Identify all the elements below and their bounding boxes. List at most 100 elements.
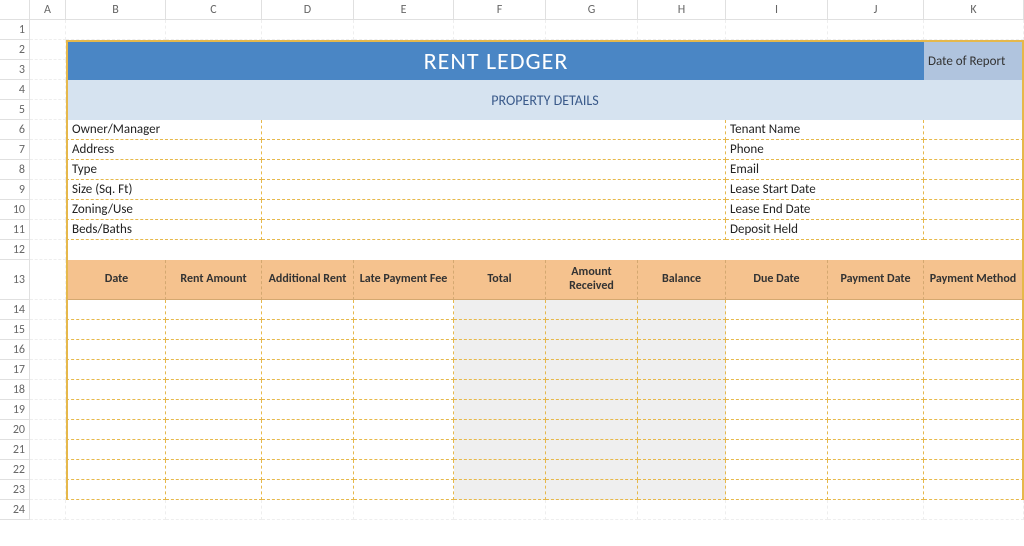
row-header-18[interactable]: 18 (0, 380, 30, 400)
cell[interactable] (30, 100, 66, 120)
col-header-K[interactable]: K (924, 0, 1024, 20)
table-cell[interactable] (638, 460, 726, 480)
table-cell[interactable] (66, 480, 166, 500)
row-header-9[interactable]: 9 (0, 180, 30, 200)
table-cell[interactable] (638, 360, 726, 380)
cell[interactable] (30, 360, 66, 380)
col-header-D[interactable]: D (262, 0, 354, 20)
table-cell[interactable] (726, 420, 828, 440)
table-cell[interactable] (726, 440, 828, 460)
table-cell[interactable] (354, 460, 454, 480)
cell[interactable] (30, 240, 66, 260)
col-header-J[interactable]: J (828, 0, 924, 20)
table-cell[interactable] (546, 460, 638, 480)
cell[interactable] (30, 120, 66, 140)
address-value[interactable] (262, 140, 726, 160)
cell[interactable] (30, 260, 66, 300)
row-header-20[interactable]: 20 (0, 420, 30, 440)
table-cell[interactable] (828, 480, 924, 500)
table-cell[interactable] (546, 300, 638, 320)
table-cell[interactable] (166, 480, 262, 500)
table-cell[interactable] (354, 480, 454, 500)
table-cell[interactable] (354, 320, 454, 340)
table-cell[interactable] (66, 320, 166, 340)
table-cell[interactable] (454, 480, 546, 500)
col-header-A[interactable]: A (30, 0, 66, 20)
table-cell[interactable] (828, 320, 924, 340)
table-cell[interactable] (924, 480, 1024, 500)
cell[interactable] (30, 60, 66, 80)
cell[interactable] (30, 460, 66, 480)
table-cell[interactable] (546, 420, 638, 440)
row-header-19[interactable]: 19 (0, 400, 30, 420)
table-cell[interactable] (828, 460, 924, 480)
cell[interactable] (30, 200, 66, 220)
table-cell[interactable] (828, 420, 924, 440)
cell[interactable] (262, 20, 354, 40)
table-cell[interactable] (262, 420, 354, 440)
table-cell[interactable] (166, 360, 262, 380)
table-cell[interactable] (166, 380, 262, 400)
table-cell[interactable] (726, 360, 828, 380)
cell[interactable] (30, 500, 66, 520)
col-header-C[interactable]: C (166, 0, 262, 20)
table-cell[interactable] (454, 360, 546, 380)
cell[interactable] (30, 220, 66, 240)
col-header-F[interactable]: F (454, 0, 546, 20)
col-header-G[interactable]: G (546, 0, 638, 20)
cell[interactable] (30, 400, 66, 420)
row-header-4[interactable]: 4 (0, 80, 30, 100)
cell[interactable] (30, 20, 66, 40)
table-cell[interactable] (638, 400, 726, 420)
row-header-3[interactable]: 3 (0, 60, 30, 80)
table-cell[interactable] (828, 360, 924, 380)
row-header-16[interactable]: 16 (0, 340, 30, 360)
cell[interactable] (638, 500, 726, 520)
table-cell[interactable] (166, 440, 262, 460)
table-cell[interactable] (726, 480, 828, 500)
cell[interactable] (30, 480, 66, 500)
table-cell[interactable] (924, 400, 1024, 420)
table-cell[interactable] (726, 340, 828, 360)
cell[interactable] (30, 40, 66, 60)
table-cell[interactable] (546, 380, 638, 400)
type-value[interactable] (262, 160, 726, 180)
cell[interactable] (546, 500, 638, 520)
table-cell[interactable] (354, 440, 454, 460)
cell[interactable] (924, 500, 1024, 520)
table-cell[interactable] (638, 320, 726, 340)
col-header-B[interactable]: B (66, 0, 166, 20)
row-header-14[interactable]: 14 (0, 300, 30, 320)
cell[interactable] (30, 320, 66, 340)
cell[interactable] (66, 20, 166, 40)
cell[interactable] (828, 20, 924, 40)
col-header-E[interactable]: E (354, 0, 454, 20)
table-cell[interactable] (166, 320, 262, 340)
table-cell[interactable] (166, 300, 262, 320)
table-cell[interactable] (726, 460, 828, 480)
cell[interactable] (454, 500, 546, 520)
email-value[interactable] (924, 160, 1024, 180)
row-header-10[interactable]: 10 (0, 200, 30, 220)
table-cell[interactable] (638, 300, 726, 320)
table-cell[interactable] (66, 360, 166, 380)
table-cell[interactable] (638, 420, 726, 440)
table-cell[interactable] (262, 400, 354, 420)
cell[interactable] (638, 20, 726, 40)
beds-baths-value[interactable] (262, 220, 726, 240)
row-header-7[interactable]: 7 (0, 140, 30, 160)
table-cell[interactable] (924, 320, 1024, 340)
row-header-1[interactable]: 1 (0, 20, 30, 40)
tenant-name-value[interactable] (924, 120, 1024, 140)
table-cell[interactable] (354, 380, 454, 400)
spreadsheet-grid[interactable]: A B C D E F G H I J K 1 2 RENT LEDGER Da… (0, 0, 1024, 520)
cell[interactable] (454, 20, 546, 40)
owner-manager-value[interactable] (262, 120, 726, 140)
table-cell[interactable] (726, 380, 828, 400)
table-cell[interactable] (66, 420, 166, 440)
table-cell[interactable] (546, 320, 638, 340)
row-header-21[interactable]: 21 (0, 440, 30, 460)
cell[interactable] (262, 500, 354, 520)
table-cell[interactable] (262, 340, 354, 360)
table-cell[interactable] (828, 340, 924, 360)
